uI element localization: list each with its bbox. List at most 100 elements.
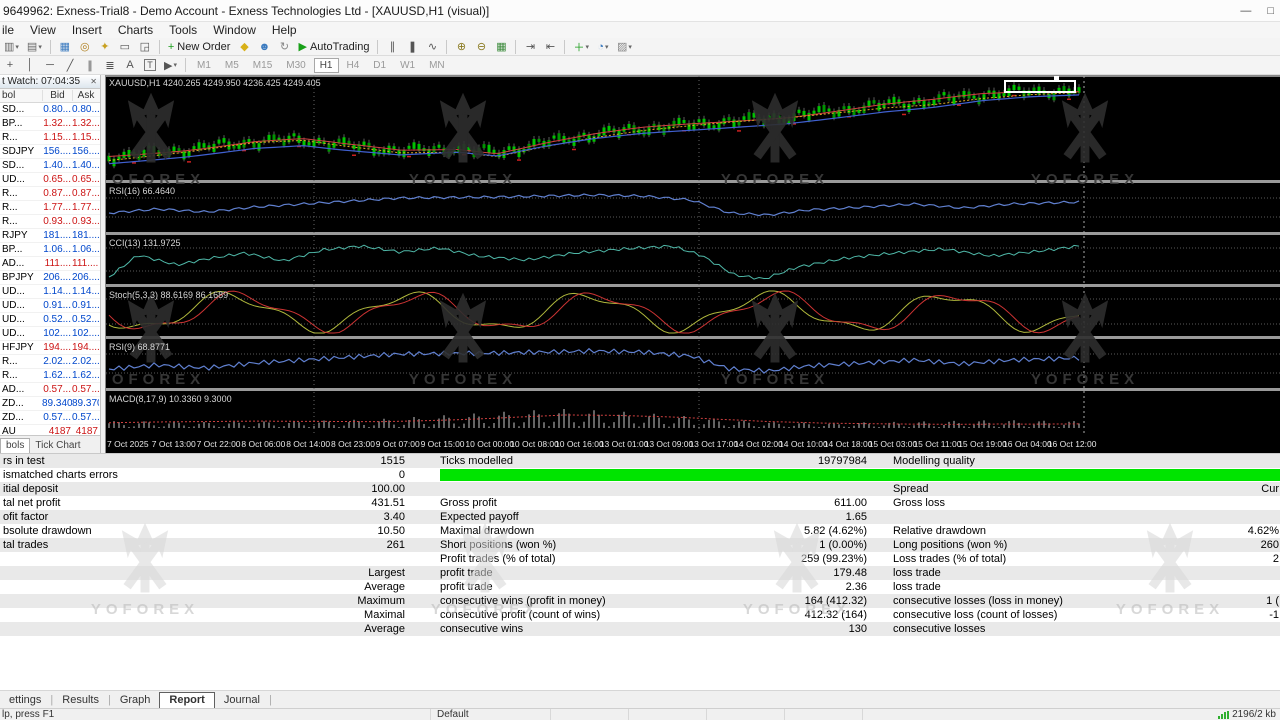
menu-item-window[interactable]: Window bbox=[205, 22, 264, 38]
timeframe-m5-button[interactable]: M5 bbox=[219, 58, 245, 73]
time-axis-label: 16 Oct 04:00 bbox=[1003, 439, 1052, 449]
chevron-down-icon[interactable]: ▾ bbox=[38, 43, 42, 51]
chevron-down-icon[interactable]: ▾ bbox=[605, 43, 609, 51]
market-watch-row[interactable]: ZD... 89.34089.370 bbox=[0, 397, 100, 411]
market-watch-row[interactable]: SD... 1.40... 1.40... bbox=[0, 159, 100, 173]
periods-list-button[interactable]: ◔ ▾ bbox=[594, 39, 612, 55]
market-watch-row[interactable]: R... 0.87... 0.87... bbox=[0, 187, 100, 201]
market-watch-row[interactable]: BPJPY 206.... 206.... bbox=[0, 271, 100, 285]
bar-chart-mode-button[interactable]: ∥ bbox=[383, 39, 401, 55]
report-label: Loss trades (% of total) bbox=[893, 553, 1007, 565]
timeframe-m15-button[interactable]: M15 bbox=[247, 58, 278, 73]
tester-tab-journal[interactable]: Journal bbox=[215, 693, 269, 708]
timeframe-h1-button[interactable]: H1 bbox=[313, 57, 339, 73]
market-watch-row[interactable]: UD... 0.91... 0.91... bbox=[0, 299, 100, 313]
maximize-button[interactable]: □ bbox=[1267, 5, 1274, 17]
symbol-name: UD... bbox=[2, 286, 25, 297]
timeframe-m1-button[interactable]: M1 bbox=[191, 58, 217, 73]
menu-item-help[interactable]: Help bbox=[264, 22, 305, 38]
status-profile[interactable]: Default bbox=[430, 709, 550, 720]
minimize-button[interactable]: — bbox=[1240, 5, 1251, 17]
market-watch-row[interactable]: R... 1.62... 1.62... bbox=[0, 369, 100, 383]
data-window-toggle-button[interactable]: ◎ bbox=[76, 39, 94, 55]
chevron-down-icon[interactable]: ▾ bbox=[628, 43, 632, 51]
market-watch-row[interactable]: R... 1.15... 1.15... bbox=[0, 131, 100, 145]
market-watch-tab-bols[interactable]: bols bbox=[0, 438, 31, 453]
market-watch-row[interactable]: RJPY 181.... 181.... bbox=[0, 229, 100, 243]
menu-item-tools[interactable]: Tools bbox=[161, 22, 205, 38]
new-chart-button[interactable]: ▥ ▾ bbox=[1, 39, 22, 55]
tester-tab-ettings[interactable]: ettings bbox=[0, 693, 50, 708]
market-watch-row[interactable]: AD... 111.... 111.... bbox=[0, 257, 100, 271]
tester-tab-report[interactable]: Report bbox=[159, 692, 215, 708]
market-watch-row[interactable]: UD... 1.14... 1.14... bbox=[0, 285, 100, 299]
chevron-down-icon[interactable]: ▾ bbox=[173, 61, 177, 69]
crosshair-tool-button[interactable]: + bbox=[1, 57, 19, 73]
terminal-toggle-button[interactable]: ▭ bbox=[116, 39, 134, 55]
indicators-list-icon: ＋ bbox=[573, 41, 585, 54]
line-chart-mode-button[interactable]: ∿ bbox=[423, 39, 441, 55]
navigator-toggle-button[interactable]: ✦ bbox=[96, 39, 114, 55]
drawing-toolbar: + │ ─ ╱ ∥ ≣ A T ▶ ▾ M1 M5 M15 M30 H1 H4 D1 W1 MN bbox=[0, 56, 1280, 75]
market-watch-row[interactable]: UD... 0.65... 0.65... bbox=[0, 173, 100, 187]
text-tool-button[interactable]: A bbox=[121, 57, 139, 73]
zoom-out-button[interactable]: ⊖ bbox=[472, 39, 490, 55]
market-watch-toggle-button[interactable]: ▦ bbox=[56, 39, 74, 55]
fibonacci-tool-button[interactable]: ≣ bbox=[101, 57, 119, 73]
market-watch-row[interactable]: R... 1.77... 1.77... bbox=[0, 201, 100, 215]
equidistant-channel-tool-button[interactable]: ∥ bbox=[81, 57, 99, 73]
tile-windows-button[interactable]: ▦ bbox=[492, 39, 510, 55]
timeframe-mn-button[interactable]: MN bbox=[423, 58, 451, 73]
market-watch-row[interactable]: BP... 1.06... 1.06... bbox=[0, 243, 100, 257]
zoom-in-button[interactable]: ⊕ bbox=[452, 39, 470, 55]
menu-item-insert[interactable]: Insert bbox=[64, 22, 110, 38]
report-value: 3.40 bbox=[383, 511, 405, 523]
templates-list-button[interactable]: ▨ ▾ bbox=[614, 39, 635, 55]
timeframe-m30-button[interactable]: M30 bbox=[280, 58, 311, 73]
experts-button[interactable]: ☻ bbox=[255, 39, 273, 55]
vertical-line-tool-button[interactable]: │ bbox=[21, 57, 39, 73]
autotrading-button[interactable]: ▶ AutoTrading bbox=[295, 39, 372, 55]
market-watch-row[interactable]: HFJPY 194.... 194.... bbox=[0, 341, 100, 355]
menu-item-ile[interactable]: ile bbox=[0, 22, 22, 38]
horizontal-line-tool-button[interactable]: ─ bbox=[41, 57, 59, 73]
market-watch-row[interactable]: UD... 0.52... 0.52... bbox=[0, 313, 100, 327]
timeframe-d1-button[interactable]: D1 bbox=[367, 58, 392, 73]
market-watch-tab-tick-chart[interactable]: Tick Chart bbox=[30, 439, 85, 453]
market-watch-row[interactable]: UD... 102.... 102.... bbox=[0, 327, 100, 341]
close-icon[interactable]: ✕ bbox=[90, 77, 100, 86]
chart-window[interactable]: XAUUSD,H1 4240.265 4249.950 4236.425 424… bbox=[105, 75, 1280, 453]
timeframe-h4-button[interactable]: H4 bbox=[341, 58, 366, 73]
bid-value: 1.06... bbox=[43, 244, 71, 255]
market-watch-row[interactable]: ZD... 0.57... 0.57... bbox=[0, 411, 100, 425]
market-watch-row[interactable]: R... 0.93... 0.93... bbox=[0, 215, 100, 229]
market-watch-row[interactable]: AD... 0.57... 0.57... bbox=[0, 383, 100, 397]
chevron-down-icon[interactable]: ▾ bbox=[15, 43, 19, 51]
tester-tab-graph[interactable]: Graph bbox=[111, 693, 160, 708]
auto-scroll-button[interactable]: ⇥ bbox=[521, 39, 539, 55]
text-label-tool-button[interactable]: T bbox=[141, 57, 159, 73]
chevron-down-icon[interactable]: ▾ bbox=[585, 43, 589, 51]
price-chart[interactable] bbox=[106, 76, 1280, 453]
market-watch-row[interactable]: BP... 1.32... 1.32... bbox=[0, 117, 100, 131]
market-watch-row[interactable]: AU 4187 4187 bbox=[0, 425, 100, 435]
arrows-tool-button[interactable]: ▶ ▾ bbox=[161, 57, 180, 73]
new-order-button[interactable]: + New Order bbox=[165, 39, 234, 55]
strategy-tester-tabs: ettings | Results | Graph Report Journal | bbox=[0, 690, 1280, 708]
symbol-column-header: bol bbox=[2, 90, 16, 101]
timeframe-w1-button[interactable]: W1 bbox=[394, 58, 421, 73]
trendline-tool-button[interactable]: ╱ bbox=[61, 57, 79, 73]
profiles-button[interactable]: ▤ ▾ bbox=[24, 39, 45, 55]
market-watch-row[interactable]: SDJPY 156.... 156.... bbox=[0, 145, 100, 159]
tester-tab-results[interactable]: Results bbox=[53, 693, 108, 708]
indicators-list-button[interactable]: ＋ ▾ bbox=[570, 39, 592, 55]
strategy-tester-toggle-button[interactable]: ◲ bbox=[136, 39, 154, 55]
chart-shift-button[interactable]: ⇤ bbox=[541, 39, 559, 55]
menu-item-view[interactable]: View bbox=[22, 22, 64, 38]
history-center-button[interactable]: ↻ bbox=[275, 39, 293, 55]
candlestick-mode-button[interactable]: ❚ bbox=[403, 39, 421, 55]
menu-item-charts[interactable]: Charts bbox=[110, 22, 161, 38]
metaeditor-button[interactable]: ◆ bbox=[235, 39, 253, 55]
market-watch-row[interactable]: SD... 0.80... 0.80... bbox=[0, 103, 100, 117]
market-watch-row[interactable]: R... 2.02... 2.02... bbox=[0, 355, 100, 369]
